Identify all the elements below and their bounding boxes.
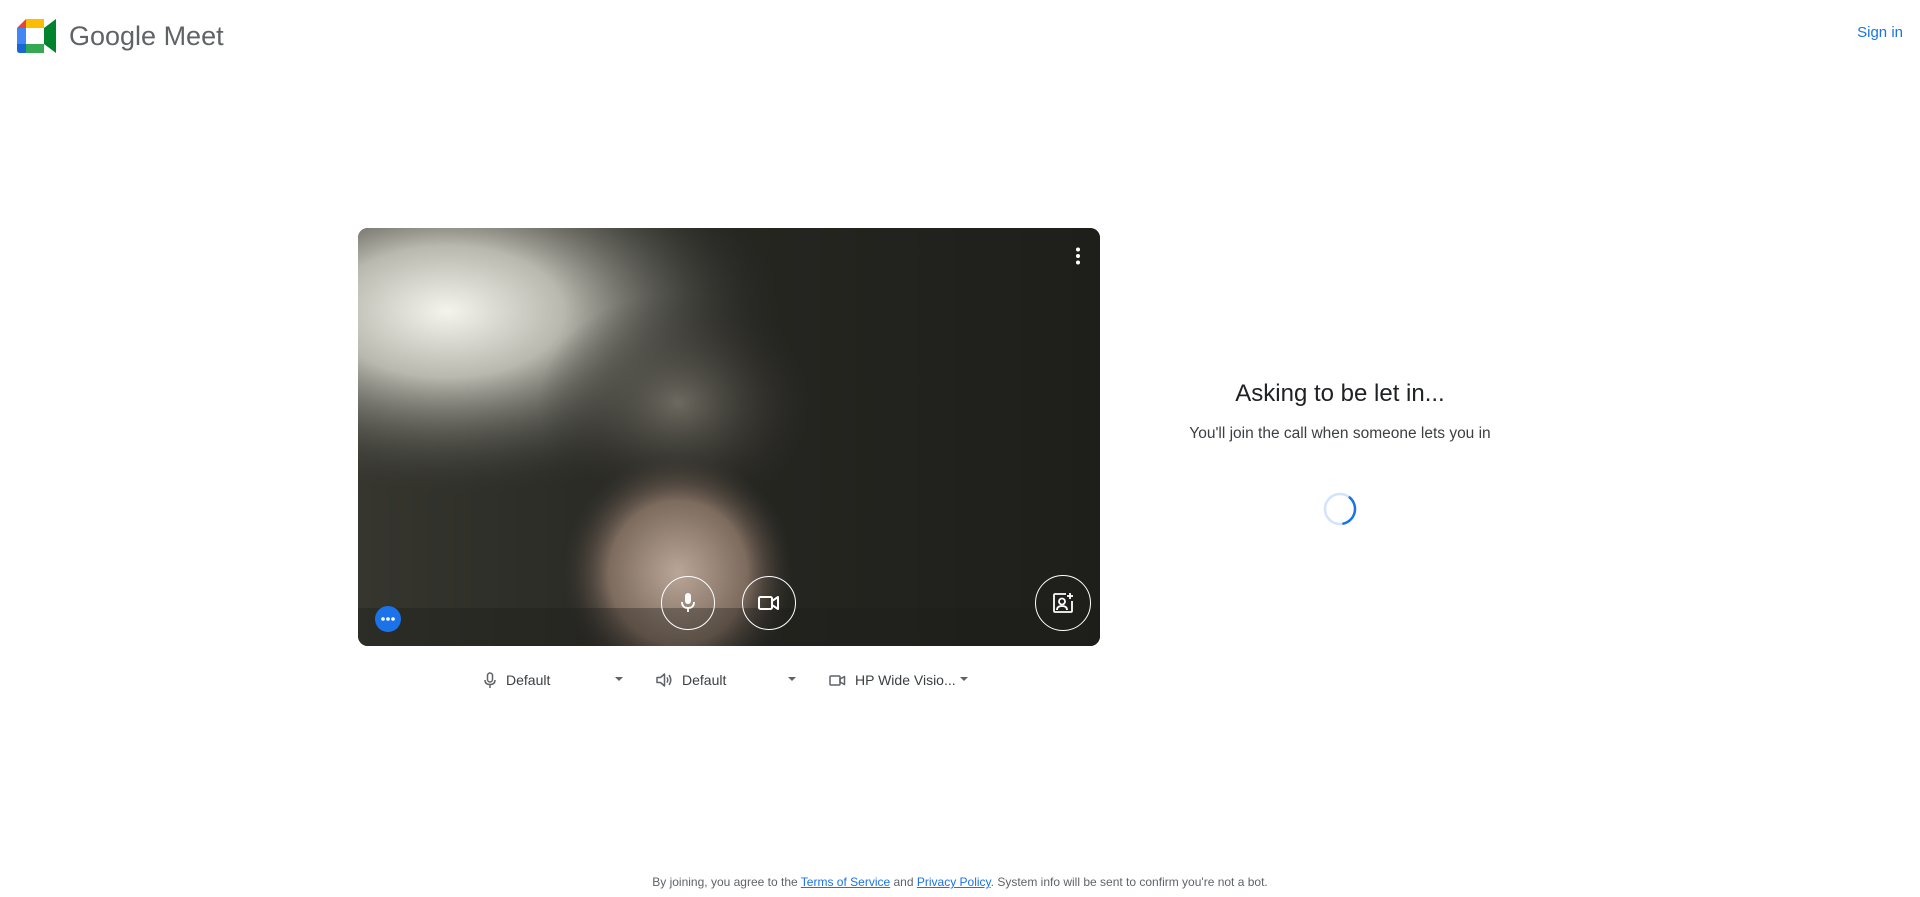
waiting-status-panel: Asking to be let in... You'll join the c…: [1180, 380, 1500, 446]
loading-spinner-icon: [1323, 492, 1357, 526]
status-message: You'll join the call when someone lets y…: [1189, 425, 1491, 442]
self-video-preview: [358, 228, 1100, 646]
camera-feed-image: [358, 228, 1100, 646]
top-bar: Google Meet Sign in: [0, 0, 1920, 74]
status-title: Asking to be let in...: [1235, 380, 1445, 407]
visual-effects-button[interactable]: [375, 606, 401, 632]
camera-toggle-button[interactable]: [742, 576, 796, 630]
speaker-icon: [656, 673, 672, 687]
chevron-down-icon: [960, 677, 968, 681]
chevron-down-icon: [788, 677, 796, 681]
more-vert-icon: [1076, 247, 1080, 265]
microphone-select[interactable]: Default: [483, 667, 624, 693]
microphone-icon: [484, 671, 496, 688]
legal-notice: By joining, you agree to the Terms of Se…: [0, 875, 1920, 889]
microphone-icon: [681, 593, 695, 612]
chevron-down-icon: [615, 677, 623, 681]
sign-in-link[interactable]: Sign in: [1857, 24, 1903, 41]
google-meet-logo[interactable]: Google Meet: [17, 19, 224, 53]
speaker-selected-label: Default: [682, 672, 727, 688]
terms-of-service-link[interactable]: Terms of Service: [801, 875, 890, 889]
speaker-select[interactable]: Default: [656, 667, 797, 693]
app-title: Google Meet: [69, 20, 224, 51]
portrait-add-icon: [1053, 593, 1073, 613]
meet-logo-icon: [17, 19, 56, 53]
videocam-icon: [758, 596, 779, 610]
camera-selected-label: HP Wide Visio...: [855, 672, 956, 688]
camera-select[interactable]: HP Wide Visio...: [829, 667, 969, 693]
more-horiz-icon: [381, 617, 395, 621]
videocam-icon: [829, 674, 846, 686]
legal-suffix: . System info will be sent to confirm yo…: [990, 875, 1268, 889]
legal-prefix: By joining, you agree to the: [652, 875, 801, 889]
microphone-toggle-button[interactable]: [661, 576, 715, 630]
device-selectors: Default Default HP Wide Visio...: [0, 667, 1920, 693]
more-options-button[interactable]: [1066, 244, 1090, 268]
microphone-selected-label: Default: [506, 672, 551, 688]
apply-effects-button[interactable]: [1035, 575, 1091, 631]
legal-middle: and: [890, 875, 917, 889]
privacy-policy-link[interactable]: Privacy Policy: [917, 875, 991, 889]
